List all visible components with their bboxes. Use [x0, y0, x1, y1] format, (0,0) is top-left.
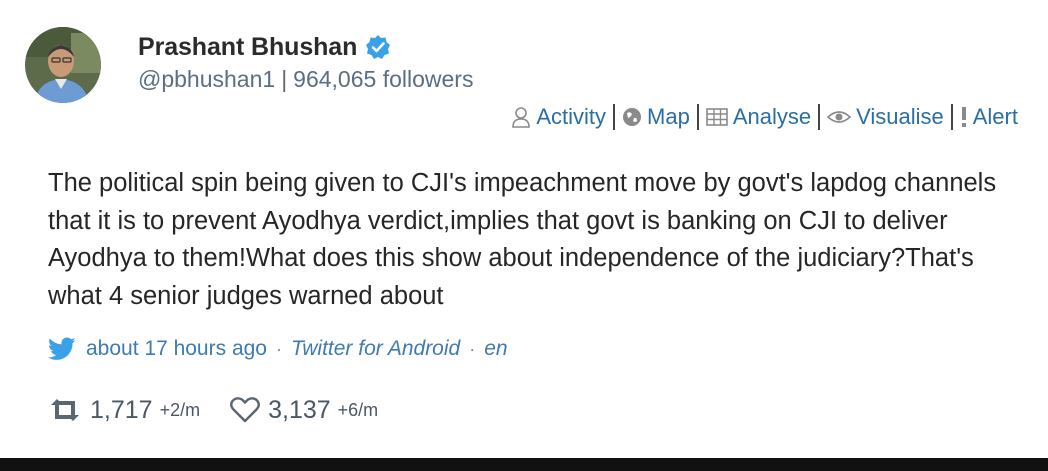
tweet-source[interactable]: Twitter for Android	[291, 337, 460, 361]
handle-row: @pbhushan1 | 964,065 followers	[138, 66, 473, 93]
follower-count: 964,065 followers	[293, 66, 474, 92]
exclamation-icon	[960, 106, 968, 128]
meta-dot: ·	[275, 338, 282, 359]
analyse-label: Analyse	[732, 104, 812, 129]
avatar[interactable]	[25, 27, 101, 103]
action-divider	[818, 104, 821, 130]
retweet-rate: +2/m	[159, 399, 201, 420]
tweet-time[interactable]: about 17 hours ago	[86, 337, 267, 361]
tweet-text: The political spin being given to CJI's …	[48, 169, 997, 310]
tweet-card: Prashant Bhushan @pbhushan1 | 964,065 foll…	[0, 0, 1048, 458]
person-icon	[511, 106, 531, 128]
activity-label: Activity	[536, 104, 607, 129]
tweet-language: en	[484, 337, 508, 360]
user-handle[interactable]: @pbhushan1	[138, 66, 275, 92]
action-divider	[950, 104, 953, 130]
action-divider	[696, 104, 699, 130]
map-link[interactable]: Map	[622, 104, 690, 130]
table-icon	[706, 108, 728, 126]
retweet-stat[interactable]: 1,717 +2/m	[48, 396, 200, 425]
separator: |	[281, 66, 288, 92]
like-rate: +6/m	[337, 399, 379, 420]
meta-dot: ·	[469, 338, 476, 359]
visualise-link[interactable]: Visualise	[827, 104, 944, 130]
activity-link[interactable]: Activity	[511, 104, 606, 130]
action-divider	[613, 104, 616, 130]
bottom-bar	[0, 458, 1048, 471]
analyse-link[interactable]: Analyse	[706, 104, 811, 130]
tweet-meta: about 17 hours ago · Twitter for Android…	[48, 334, 508, 364]
map-label: Map	[647, 104, 690, 129]
heart-icon	[230, 397, 261, 423]
action-links: Activity Map Analyse Visualise Alert	[511, 101, 1018, 133]
user-name[interactable]: Prashant Bhushan	[138, 33, 357, 62]
visualise-label: Visualise	[856, 104, 944, 129]
retweet-icon	[51, 399, 79, 421]
eye-icon	[827, 109, 852, 125]
like-count: 3,137	[268, 395, 331, 424]
retweet-count: 1,717	[90, 395, 153, 424]
verified-badge-icon	[365, 34, 391, 60]
tweet-stats: 1,717 +2/m 3,137 +6/m	[48, 393, 408, 427]
globe-icon	[622, 107, 642, 127]
like-stat[interactable]: 3,137 +6/m	[230, 396, 378, 425]
alert-label: Alert	[972, 104, 1018, 129]
twitter-bird-icon	[48, 337, 76, 360]
user-name-row: Prashant Bhushan	[138, 30, 391, 64]
alert-link[interactable]: Alert	[960, 104, 1018, 130]
